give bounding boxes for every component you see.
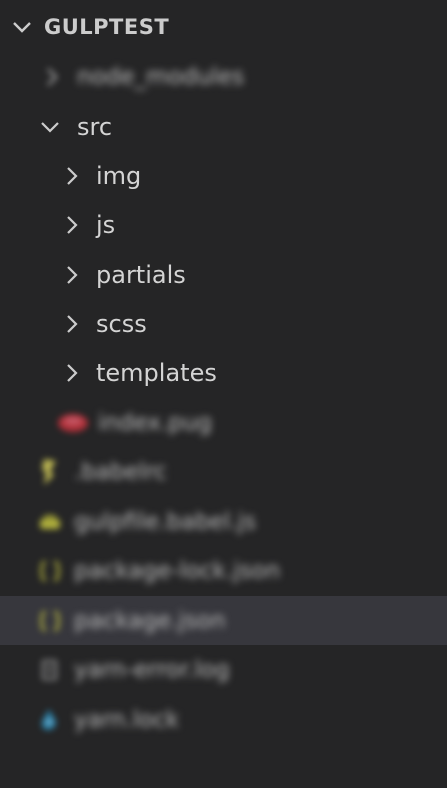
tree-item-js[interactable]: js bbox=[0, 200, 447, 249]
tree-item-package-json[interactable]: package.json bbox=[0, 596, 447, 645]
file-explorer: GULPTEST node_modules src img js partial… bbox=[0, 0, 447, 788]
tree-item-label: img bbox=[96, 161, 142, 190]
tree-item-label: gulpfile.babel.js bbox=[74, 508, 257, 535]
chevron-right-icon[interactable] bbox=[62, 166, 82, 186]
tree-item-label: index.pug bbox=[98, 409, 213, 436]
tree-item-label: templates bbox=[96, 358, 217, 387]
chevron-right-icon[interactable] bbox=[62, 363, 82, 383]
tree-item-label: scss bbox=[96, 309, 147, 338]
tree-item-label: .babelrc bbox=[74, 458, 167, 485]
babel-icon bbox=[38, 457, 60, 487]
tree-item-gulpfile[interactable]: gulpfile.babel.js bbox=[0, 497, 447, 546]
tree-item-label: package-lock.json bbox=[74, 557, 281, 584]
tree-item-img[interactable]: img bbox=[0, 151, 447, 200]
tree-item-src[interactable]: src bbox=[0, 102, 447, 151]
chevron-right-icon[interactable] bbox=[62, 265, 82, 285]
tree-item-package-lock-json[interactable]: package-lock.json bbox=[0, 546, 447, 595]
tree-item-index-pug[interactable]: index.pug bbox=[0, 398, 447, 447]
root-folder-title: GULPTEST bbox=[44, 15, 170, 39]
chevron-down-icon[interactable] bbox=[40, 117, 60, 137]
tree-item-node-modules[interactable]: node_modules bbox=[0, 52, 447, 101]
yarn-icon bbox=[38, 707, 60, 733]
tree-item-partials[interactable]: partials bbox=[0, 250, 447, 299]
tree-item-scss[interactable]: scss bbox=[0, 299, 447, 348]
json-icon bbox=[38, 559, 62, 583]
tree-item-label: src bbox=[77, 112, 113, 141]
chevron-down-icon[interactable] bbox=[12, 17, 32, 37]
json-icon bbox=[38, 609, 62, 633]
tree-item-label: node_modules bbox=[77, 63, 245, 90]
explorer-root-header[interactable]: GULPTEST bbox=[0, 3, 447, 51]
tree-item-yarn-lock[interactable]: yarn.lock bbox=[0, 695, 447, 744]
log-icon bbox=[40, 658, 60, 682]
chevron-right-icon[interactable] bbox=[42, 67, 62, 87]
tree-item-templates[interactable]: templates bbox=[0, 348, 447, 397]
tree-item-babelrc[interactable]: .babelrc bbox=[0, 447, 447, 496]
tree-item-yarn-error-log[interactable]: yarn-error.log bbox=[0, 645, 447, 694]
tree-item-label: js bbox=[96, 210, 116, 239]
tree-item-label: yarn.lock bbox=[74, 706, 180, 733]
tree-item-label: partials bbox=[96, 260, 186, 289]
chevron-right-icon[interactable] bbox=[62, 314, 82, 334]
chevron-right-icon[interactable] bbox=[62, 215, 82, 235]
pug-icon bbox=[56, 412, 90, 434]
js-file-icon bbox=[38, 511, 62, 533]
tree-item-label: yarn-error.log bbox=[74, 656, 230, 683]
tree-item-label: package.json bbox=[74, 607, 226, 634]
